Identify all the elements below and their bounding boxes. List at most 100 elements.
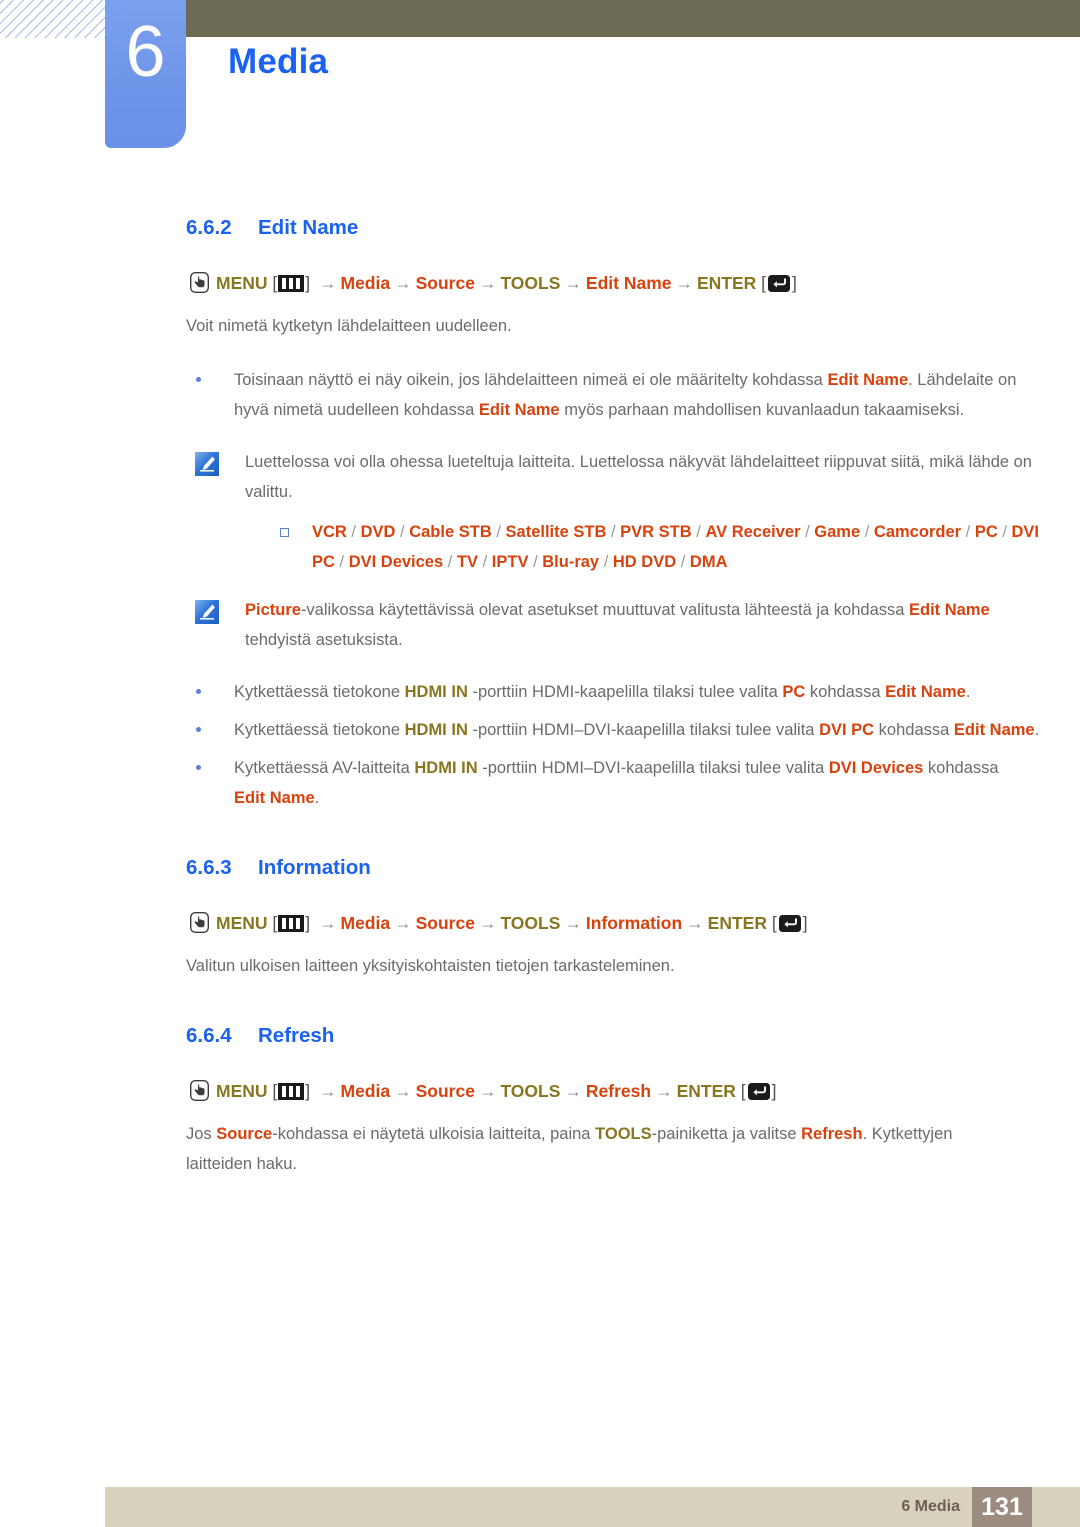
- device-name: PVR STB: [620, 523, 692, 541]
- hand-press-icon: [189, 1079, 210, 1102]
- hand-press-icon: [189, 911, 210, 934]
- menu-path-refresh: MENU [] → Media → Source → TOOLS → Refresh → ENTE…: [189, 1079, 1080, 1103]
- arrow-icon: →: [655, 1081, 673, 1101]
- arrow-icon: →: [319, 1081, 337, 1101]
- menu-step-information: Information: [585, 913, 683, 933]
- menu-path-information: MENU [] → Media → Source → TOOLS → Information →…: [189, 911, 1080, 935]
- keyword-edit-name: Edit Name: [478, 401, 560, 419]
- bullet-text-part: kohdassa: [923, 759, 999, 777]
- body-text-refresh: Jos Source-kohdassa ei näytetä ulkoisia …: [186, 1119, 998, 1179]
- bullet-hdmi-dvi-pc: Kytkettäessä tietokone HDMI IN -porttiin…: [186, 715, 1046, 745]
- note-text: Luettelossa voi olla ohessa lueteltuja l…: [245, 453, 1032, 501]
- page-footer: 6 Media 131: [105, 1487, 1080, 1527]
- arrow-icon: →: [394, 913, 412, 933]
- enter-key-icon: [747, 1082, 771, 1101]
- note-device-list: Luettelossa voi olla ohessa lueteltuja l…: [190, 447, 1045, 507]
- bullet-dot-icon: [196, 377, 201, 382]
- menu-key-icon: [278, 1083, 305, 1100]
- keyword-edit-name: Edit Name: [909, 601, 990, 619]
- keyword-picture: Picture: [245, 601, 301, 619]
- menu-key-icon: [278, 275, 305, 292]
- device-name: Blu-ray: [542, 553, 600, 571]
- section-number: 6.6.2: [186, 216, 232, 239]
- device-name: Camcorder: [873, 523, 962, 541]
- enter-key-icon: [778, 914, 802, 933]
- keyword-edit-name: Edit Name: [885, 683, 966, 701]
- bullet-hdmi-pc: Kytkettäessä tietokone HDMI IN -porttiin…: [186, 677, 1046, 707]
- menu-step-source: Source: [415, 913, 475, 933]
- device-list-line-1: VCR / DVD / Cable STB / Satellite STB / …: [312, 523, 1040, 571]
- menu-label: MENU: [216, 273, 268, 293]
- device-name: VCR: [312, 523, 347, 541]
- menu-step-source: Source: [415, 273, 475, 293]
- device-name: DVI Devices: [348, 553, 444, 571]
- device-name: DMA: [689, 553, 728, 571]
- square-bullet-icon: [280, 528, 289, 537]
- bullet-edit-name-note: Toisinaan näyttö ei näy oikein, jos lähd…: [186, 365, 1034, 425]
- keyword-edit-name: Edit Name: [827, 371, 909, 389]
- arrow-icon: →: [564, 1081, 582, 1101]
- page-number-box: 131: [972, 1487, 1032, 1527]
- note-pen-icon: [195, 600, 219, 624]
- menu-step-media: Media: [340, 913, 391, 933]
- arrow-icon: →: [478, 273, 497, 293]
- section-title: Refresh: [258, 1024, 335, 1047]
- keyword-hdmi-in: HDMI IN: [404, 683, 468, 701]
- chapter-number: 6: [125, 12, 166, 92]
- note-text-part: tehdyistä asetuksista.: [245, 631, 403, 649]
- section-title: Information: [258, 856, 371, 879]
- bullet-text-part: -porttiin HDMI-kaapelilla tilaksi tulee …: [467, 683, 783, 701]
- enter-label: ENTER: [696, 273, 757, 293]
- chapter-header: 6 Media: [0, 0, 1080, 180]
- arrow-icon: →: [319, 273, 337, 293]
- device-type-list: VCR / DVD / Cable STB / Satellite STB / …: [272, 517, 1042, 577]
- intro-text-edit-name: Voit nimetä kytketyn lähdelaitteen uudel…: [186, 317, 512, 335]
- enter-key-icon: [767, 274, 791, 293]
- intro-text-information: Valitun ulkoisen laitteen yksityiskohtai…: [186, 957, 675, 975]
- menu-step-refresh: Refresh: [585, 1081, 652, 1101]
- keyword-edit-name: Edit Name: [234, 789, 315, 807]
- section-number: 6.6.3: [186, 856, 232, 879]
- keyword-hdmi-in: HDMI IN: [404, 721, 468, 739]
- bullet-dot-icon: [196, 765, 201, 770]
- arrow-icon: →: [686, 913, 704, 933]
- keyword-tools: TOOLS: [595, 1125, 652, 1143]
- enter-label: ENTER: [676, 1081, 736, 1101]
- device-name: DVD: [360, 523, 396, 541]
- menu-step-tools: TOOLS: [500, 913, 561, 933]
- bullet-text-part: kohdassa: [805, 683, 886, 701]
- arrow-icon: →: [394, 273, 412, 293]
- header-olive-bar: [186, 0, 1080, 37]
- bullet-hdmi-dvi-devices: Kytkettäessä AV-laitteita HDMI IN -portt…: [186, 753, 1034, 813]
- menu-step-source: Source: [415, 1081, 475, 1101]
- device-name: AV Receiver: [705, 523, 801, 541]
- section-heading-edit-name: 6.6.2 Edit Name: [186, 215, 1080, 241]
- device-name: Game: [814, 523, 861, 541]
- page-content: 6.6.2 Edit Name MENU [] → Media → Source → TOO…: [0, 180, 1080, 1179]
- chapter-title: Media: [228, 42, 329, 81]
- section-heading-information: 6.6.3 Information: [186, 855, 1080, 881]
- arrow-icon: →: [478, 1081, 497, 1101]
- keyword-refresh: Refresh: [801, 1125, 863, 1143]
- bullet-text-part: Toisinaan näyttö ei näy oikein, jos lähd…: [234, 371, 828, 389]
- bullet-text-part: Kytkettäessä tietokone: [234, 683, 405, 701]
- menu-step-tools: TOOLS: [500, 273, 561, 293]
- menu-step-edit-name: Edit Name: [585, 273, 672, 293]
- device-name: Cable STB: [409, 523, 492, 541]
- bullet-text-part: Kytkettäessä tietokone: [234, 721, 405, 739]
- device-name: IPTV: [491, 553, 529, 571]
- footer-chapter-label: 6 Media: [901, 1498, 960, 1515]
- arrow-icon: →: [478, 913, 497, 933]
- bullet-text-part: myös parhaan mahdollisen kuvanlaadun tak…: [559, 401, 965, 419]
- menu-label: MENU: [216, 913, 268, 933]
- bullet-text-part: -porttiin HDMI–DVI-kaapelilla tilaksi tu…: [477, 759, 829, 777]
- note-text-part: -valikossa käytettävissä olevat asetukse…: [300, 601, 910, 619]
- hand-press-icon: [189, 271, 210, 294]
- arrow-icon: →: [564, 273, 582, 293]
- menu-step-media: Media: [340, 1081, 391, 1101]
- menu-path-edit-name: MENU [] → Media → Source → TOOLS → Edit Name → EN…: [189, 271, 1080, 295]
- arrow-icon: →: [319, 913, 337, 933]
- enter-label: ENTER: [707, 913, 767, 933]
- arrow-icon: →: [394, 1081, 412, 1101]
- diagonal-hatch-pattern-icon: [0, 0, 105, 38]
